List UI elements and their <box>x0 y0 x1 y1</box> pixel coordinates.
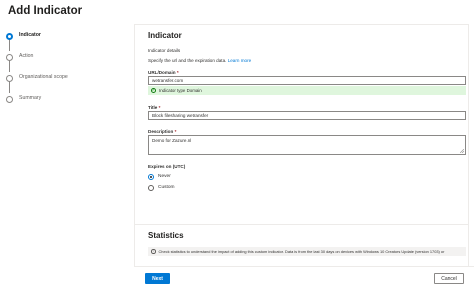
expires-custom-option[interactable]: Custom <box>148 183 455 192</box>
resize-handle-icon[interactable] <box>460 149 464 153</box>
description-field-label: Description * <box>148 129 455 134</box>
step-label: Summary <box>19 95 42 101</box>
step-pending-icon <box>6 54 13 61</box>
radio-unselected-icon[interactable] <box>148 184 154 191</box>
description-textarea[interactable]: Demo for Zazure.nl <box>148 135 466 155</box>
indicator-heading: Indicator <box>148 31 182 40</box>
title-input[interactable]: Block filesharing wetransfer <box>148 111 466 120</box>
title-field-label: Title * <box>148 105 455 110</box>
url-validation-text: Indicator type Domain <box>159 88 202 93</box>
page-header: Add Indicator <box>0 0 474 22</box>
radio-label: Custom <box>158 185 175 190</box>
step-summary[interactable]: Summary <box>6 93 126 114</box>
learn-more-link[interactable]: Learn more <box>228 58 252 63</box>
step-indicator[interactable]: Indicator <box>6 30 126 51</box>
indicator-description-text: Specify the url and the expiration data.… <box>148 58 455 63</box>
step-current-icon <box>6 33 13 40</box>
statistics-info-text: Check statistics to understand the impac… <box>158 249 445 254</box>
required-mark: * <box>176 70 179 75</box>
info-icon: i <box>151 249 156 254</box>
required-mark: * <box>158 105 161 110</box>
expires-never-option[interactable]: Never <box>148 172 455 181</box>
url-field-label: URL/Domain * <box>148 70 455 75</box>
required-mark: * <box>174 129 177 134</box>
wizard-steps: Indicator Action Organizational scope Su… <box>6 30 126 114</box>
url-validation-message: ✓ Indicator type Domain <box>148 86 466 95</box>
statistics-heading: Statistics <box>148 231 184 240</box>
step-pending-icon <box>6 75 13 82</box>
url-input[interactable]: wetransfer.com <box>148 76 466 85</box>
description-value: Demo for Zazure.nl <box>152 138 192 143</box>
indicator-panel: Indicator Indicator details Specify the … <box>134 24 469 224</box>
step-organizational-scope[interactable]: Organizational scope <box>6 72 126 93</box>
page-title: Add Indicator <box>8 5 83 17</box>
checkmark-circle-icon: ✓ <box>151 87 156 93</box>
radio-label: Never <box>158 174 171 179</box>
step-action[interactable]: Action <box>6 51 126 72</box>
cancel-button[interactable]: Cancel <box>434 273 464 284</box>
radio-selected-icon[interactable] <box>148 173 154 180</box>
indicator-help-text: Specify the url and the expiration data. <box>148 58 227 63</box>
indicator-details-label: Indicator details <box>148 48 181 53</box>
title-label-text: Title <box>148 105 158 110</box>
add-indicator-page: Add Indicator Indicator Action Organizat… <box>0 0 474 287</box>
statistics-panel: Statistics i Check statistics to underst… <box>134 224 469 266</box>
step-label: Organizational scope <box>19 74 68 80</box>
step-pending-icon <box>6 96 13 103</box>
step-label: Indicator <box>19 32 41 38</box>
footer-bar: Next Cancel <box>134 266 474 287</box>
url-label-text: URL/Domain <box>148 70 176 75</box>
step-label: Action <box>19 53 34 59</box>
description-label-text: Description <box>148 129 174 134</box>
statistics-info-bar: i Check statistics to understand the imp… <box>148 247 466 256</box>
next-button[interactable]: Next <box>145 273 170 284</box>
expires-label: Expires on (UTC) <box>148 164 186 169</box>
